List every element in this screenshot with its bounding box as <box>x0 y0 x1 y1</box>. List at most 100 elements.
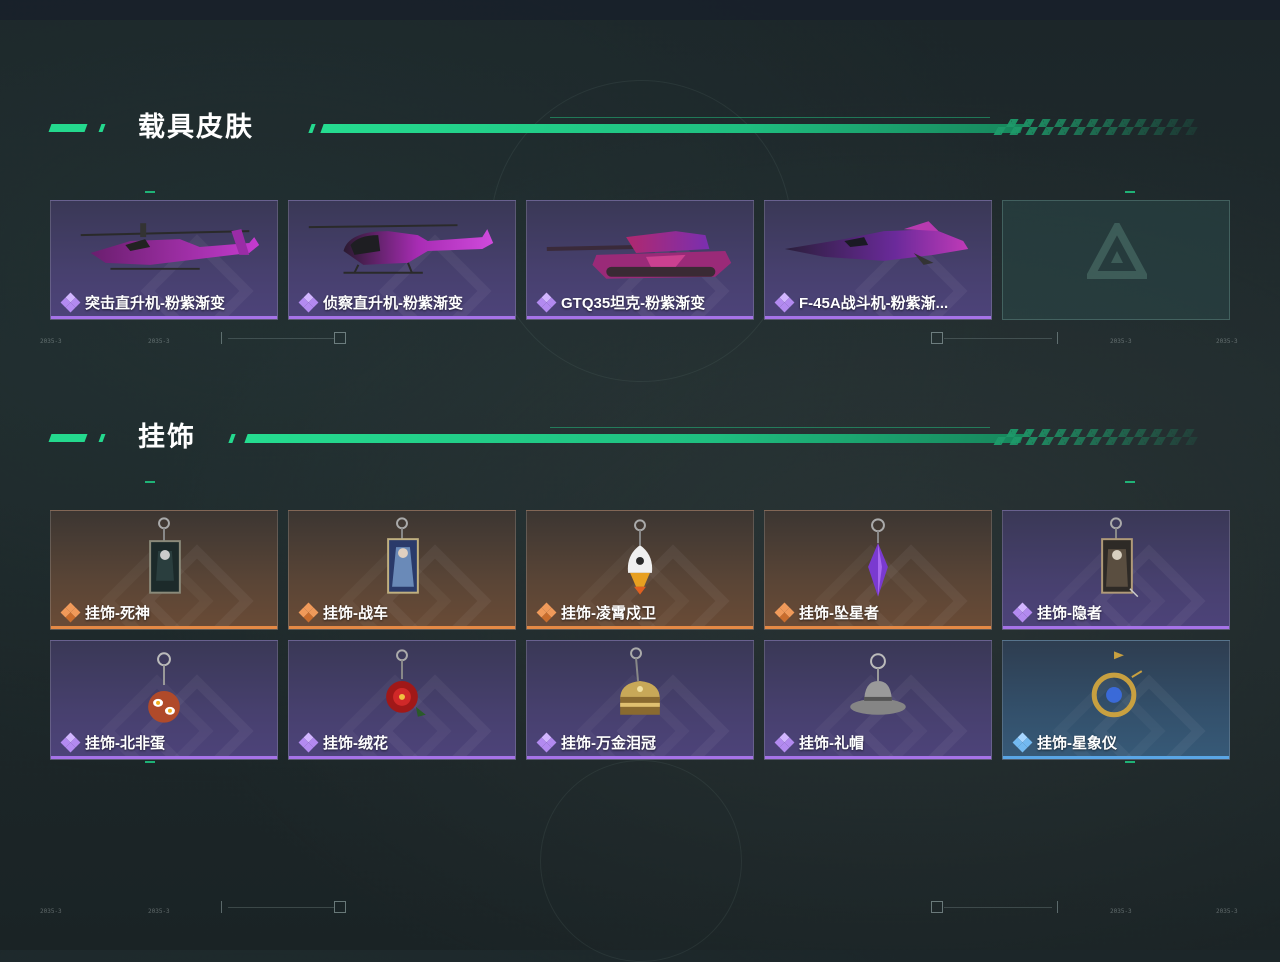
item-card-charm-astrolabe[interactable]: 挂饰-星象仪 <box>1002 640 1230 760</box>
item-card-charm-reaper[interactable]: 挂饰-死神 <box>50 510 278 630</box>
rarity-purple-icon <box>774 292 795 313</box>
shakshuka-charm-icon <box>148 652 180 723</box>
frame-label: 2035-3 <box>1110 338 1132 345</box>
item-label: 侦察直升机-粉紫渐变 <box>298 292 463 313</box>
purple-crystal-charm-icon <box>868 518 888 597</box>
frame-tick <box>221 332 222 344</box>
header-accent-bar <box>48 434 88 442</box>
rarity-blue-icon <box>1012 732 1033 753</box>
rarity-bar <box>765 756 991 759</box>
item-card-fighter-jet[interactable]: F-45A战斗机-粉紫渐... <box>764 200 992 320</box>
rarity-bar <box>51 316 277 319</box>
header-slant-mark <box>308 124 316 133</box>
item-label: 突击直升机-粉紫渐变 <box>60 292 225 313</box>
frame-tick <box>1057 901 1058 913</box>
item-card-charm-hermit[interactable]: 挂饰-隐者 <box>1002 510 1230 630</box>
reaper-card-charm-icon <box>149 517 181 594</box>
item-card-attack-helicopter[interactable]: 突击直升机-粉紫渐变 <box>50 200 278 320</box>
item-label: 挂饰-战车 <box>298 602 388 623</box>
corner-mark <box>145 481 155 483</box>
header-accent-mark <box>98 434 106 442</box>
rarity-bar <box>289 316 515 319</box>
header-accent-bar <box>48 124 88 132</box>
rarity-bar <box>289 756 515 759</box>
item-label: 挂饰-礼帽 <box>774 732 864 753</box>
frame-line <box>944 907 1052 908</box>
tank-icon <box>546 231 732 279</box>
rarity-bar <box>51 626 277 629</box>
rarity-bar <box>1003 626 1229 629</box>
frame-label: 2035-3 <box>1216 908 1238 915</box>
rarity-bar <box>527 756 753 759</box>
header-checker-pattern <box>993 429 1203 445</box>
section-header-charms: 挂饰 <box>48 423 1210 453</box>
item-label: GTQ35坦克-粉紫渐变 <box>536 292 705 313</box>
item-card-charm-fedora[interactable]: 挂饰-礼帽 <box>764 640 992 760</box>
rarity-purple-icon <box>298 292 319 313</box>
item-label: 挂饰-隐者 <box>1012 602 1102 623</box>
rarity-orange-icon <box>298 602 319 623</box>
frame-square <box>334 901 346 913</box>
corner-mark <box>1125 481 1135 483</box>
rarity-bar <box>765 626 991 629</box>
rarity-bar <box>51 756 277 759</box>
frame-label: 2035-3 <box>1110 908 1132 915</box>
item-card-tank[interactable]: GTQ35坦克-粉紫渐变 <box>526 200 754 320</box>
header-thin-line <box>550 117 990 118</box>
top-bar <box>0 0 1280 20</box>
rarity-purple-icon <box>298 732 319 753</box>
corner-mark <box>145 761 155 763</box>
rarity-purple-icon <box>536 732 557 753</box>
section-title: 载具皮肤 <box>138 112 254 143</box>
item-card-charm-chariot[interactable]: 挂饰-战车 <box>288 510 516 630</box>
item-card-charm-star-faller[interactable]: 挂饰-坠星者 <box>764 510 992 630</box>
item-card-scout-helicopter[interactable]: 侦察直升机-粉紫渐变 <box>288 200 516 320</box>
chariot-card-charm-icon <box>387 517 419 594</box>
item-card-charm-velvet-flower[interactable]: 挂饰-绒花 <box>288 640 516 760</box>
header-long-bar <box>244 434 1024 443</box>
item-label: 挂饰-绒花 <box>298 732 388 753</box>
item-label: 挂饰-万金泪冠 <box>536 732 656 753</box>
astrolabe-charm-icon <box>1091 651 1143 718</box>
corner-mark <box>1125 761 1135 763</box>
fighter-jet-icon <box>784 221 969 265</box>
rarity-bar <box>1003 756 1229 759</box>
header-slant-mark <box>228 434 236 443</box>
rarity-bar <box>527 316 753 319</box>
frame-label: 2035-3 <box>40 908 62 915</box>
item-label: 挂饰-凌霄戍卫 <box>536 602 656 623</box>
frame-label: 2035-3 <box>148 338 170 345</box>
section-header-vehicle-skins: 载具皮肤 <box>48 112 1210 143</box>
frame-square <box>931 901 943 913</box>
item-card-charm-golden-crown[interactable]: 挂饰-万金泪冠 <box>526 640 754 760</box>
frame-tick <box>221 901 222 913</box>
frame-line <box>944 338 1052 339</box>
rocket-guard-charm-icon <box>627 519 653 595</box>
frame-square <box>334 332 346 344</box>
rarity-purple-icon <box>536 292 557 313</box>
item-label: 挂饰-星象仪 <box>1012 732 1117 753</box>
rarity-orange-icon <box>60 602 81 623</box>
frame-label: 2035-3 <box>148 908 170 915</box>
rarity-purple-icon <box>774 732 795 753</box>
scout-helicopter-icon <box>308 224 494 274</box>
fedora-hat-charm-icon <box>850 653 906 715</box>
rarity-purple-icon <box>1012 602 1033 623</box>
item-card-charm-rocket-guard[interactable]: 挂饰-凌霄戍卫 <box>526 510 754 630</box>
rarity-orange-icon <box>536 602 557 623</box>
item-label: F-45A战斗机-粉紫渐... <box>774 292 948 313</box>
rarity-purple-icon <box>60 292 81 313</box>
frame-square <box>931 332 943 344</box>
rarity-orange-icon <box>774 602 795 623</box>
header-accent-mark <box>98 124 106 132</box>
rarity-bar <box>527 626 753 629</box>
frame-line <box>228 907 334 908</box>
corner-mark <box>145 191 155 193</box>
item-card-charm-shakshuka[interactable]: 挂饰-北非蛋 <box>50 640 278 760</box>
background-ring <box>540 760 742 962</box>
frame-label: 2035-3 <box>1216 338 1238 345</box>
corner-mark <box>1125 191 1135 193</box>
rarity-purple-icon <box>60 732 81 753</box>
header-thin-line <box>550 427 990 428</box>
item-label: 挂饰-死神 <box>60 602 150 623</box>
